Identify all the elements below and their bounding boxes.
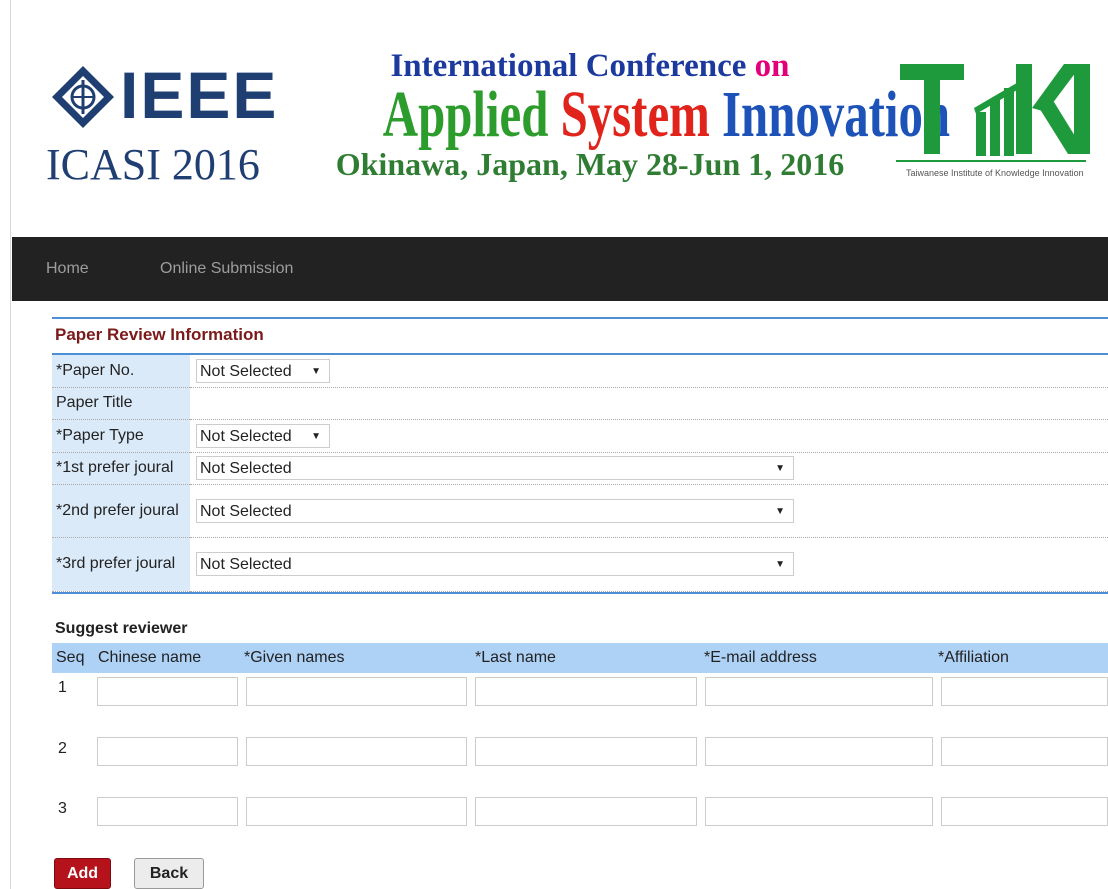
affiliation-input-3[interactable] (941, 797, 1108, 826)
chevron-down-icon: ▼ (311, 430, 321, 442)
form-row-2nd-journal: *2nd prefer joural Not Selected ▼ (52, 484, 1108, 538)
third-journal-label: *3rd prefer joural (52, 537, 190, 592)
first-journal-label: *1st prefer joural (52, 452, 190, 485)
taki-wordmark (898, 58, 1094, 174)
paper-title-value (190, 387, 1108, 420)
given-names-input-2[interactable] (246, 737, 467, 766)
reviewer-seq: 3 (58, 800, 67, 817)
form-row-3rd-journal: *3rd prefer joural Not Selected ▼ (52, 537, 1108, 592)
third-journal-value: Not Selected (200, 556, 292, 573)
paper-type-select[interactable]: Not Selected ▼ (196, 423, 330, 448)
last-name-input-3[interactable] (475, 797, 697, 826)
second-journal-select[interactable]: Not Selected ▼ (196, 498, 794, 523)
last-name-input-2[interactable] (475, 737, 697, 766)
paper-type-label: *Paper Type (52, 419, 190, 453)
paper-no-value: Not Selected (200, 362, 292, 380)
event-name: ICASI 2016 (46, 140, 260, 189)
panel-bottom-border (52, 591, 1108, 594)
chinese-name-input-2[interactable] (97, 737, 238, 766)
back-button[interactable]: Back (134, 858, 204, 889)
affiliation-input-1[interactable] (941, 677, 1108, 706)
chinese-name-input-3[interactable] (97, 797, 238, 826)
given-names-input-1[interactable] (246, 677, 467, 706)
chevron-down-icon: ▼ (311, 365, 321, 377)
ieee-logo: IEEE ICASI 2016 (46, 60, 296, 200)
second-journal-value: Not Selected (200, 502, 292, 520)
ieee-diamond-icon (52, 66, 114, 128)
paper-type-value: Not Selected (200, 427, 292, 445)
third-journal-select[interactable]: Not Selected ▼ (196, 552, 794, 576)
first-journal-value: Not Selected (200, 460, 292, 477)
paper-title-label: Paper Title (52, 387, 190, 420)
conference-banner: IEEE ICASI 2016 International Conference… (12, 0, 1108, 237)
column-header: *E-mail address (704, 649, 817, 666)
top-navbar: Home Online Submission (12, 237, 1108, 301)
column-header: Chinese name (98, 649, 202, 666)
taki-letters-icon (900, 64, 1090, 154)
taki-caption: Taiwanese Institute of Knowledge Innovat… (906, 168, 1084, 178)
paper-review-form: *Paper No. Not Selected ▼ Paper Title *P… (52, 355, 1108, 592)
suggest-reviewer-heading: Suggest reviewer (55, 620, 188, 637)
nav-home[interactable]: Home (46, 237, 89, 301)
page-left-border (10, 0, 11, 889)
form-row-paper-title: Paper Title (52, 387, 1108, 420)
conference-title-line2: Applied System Innovation (382, 78, 950, 151)
paper-no-label: *Paper No. (52, 355, 190, 388)
affiliation-input-2[interactable] (941, 737, 1108, 766)
nav-online-submission[interactable]: Online Submission (160, 237, 293, 301)
conference-location: Okinawa, Japan, May 28-Jun 1, 2016 (335, 146, 845, 182)
conference-title-applied: Applied (382, 78, 561, 151)
chevron-down-icon: ▼ (775, 559, 785, 570)
first-journal-select[interactable]: Not Selected ▼ (196, 456, 794, 480)
given-names-input-3[interactable] (246, 797, 467, 826)
conference-title: International Conference on Applied Syst… (310, 48, 950, 198)
taki-logo: Taiwanese Institute of Knowledge Innovat… (896, 58, 1092, 188)
column-header: Seq (56, 649, 85, 666)
reviewer-table-header: Seq Chinese name *Given names *Last name… (52, 643, 1108, 673)
column-header: *Last name (475, 649, 556, 666)
second-journal-label: *2nd prefer joural (52, 484, 190, 538)
add-button[interactable]: Add (54, 858, 111, 889)
column-header: *Affiliation (938, 649, 1009, 666)
email-input-1[interactable] (705, 677, 933, 706)
taki-divider (896, 160, 1086, 162)
chevron-down-icon: ▼ (775, 463, 785, 474)
conference-title-system: System (560, 78, 723, 151)
chinese-name-input-1[interactable] (97, 677, 238, 706)
paper-no-select[interactable]: Not Selected ▼ (196, 358, 330, 383)
chevron-down-icon: ▼ (775, 505, 785, 517)
ieee-wordmark: IEEE (120, 58, 279, 132)
form-row-paper-no: *Paper No. Not Selected ▼ (52, 355, 1108, 388)
last-name-input-1[interactable] (475, 677, 697, 706)
column-header: *Given names (244, 649, 345, 666)
form-row-1st-journal: *1st prefer joural Not Selected ▼ (52, 452, 1108, 485)
reviewer-seq: 1 (58, 679, 67, 696)
email-input-3[interactable] (705, 797, 933, 826)
paper-review-panel: Paper Review Information *Paper No. Not … (52, 317, 1108, 594)
panel-title: Paper Review Information (52, 319, 1108, 355)
form-row-paper-type: *Paper Type Not Selected ▼ (52, 419, 1108, 453)
reviewer-seq: 2 (58, 740, 67, 757)
email-input-2[interactable] (705, 737, 933, 766)
